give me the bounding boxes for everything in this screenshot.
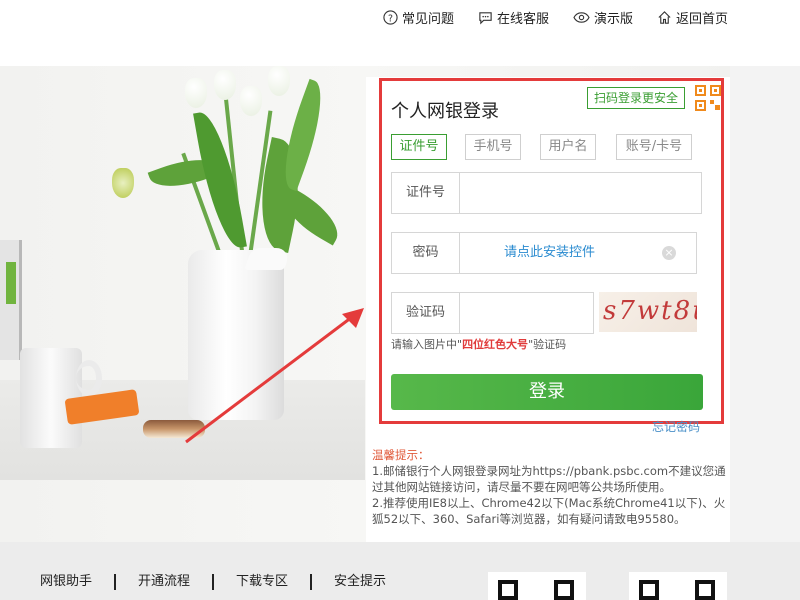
- tulip: [268, 66, 290, 96]
- eye-icon: [573, 11, 590, 23]
- chat-bubble-icon: [479, 11, 492, 24]
- captcha-label: 验证码: [392, 293, 460, 333]
- id-number-field: 证件号: [391, 172, 702, 214]
- footer-link-assistant[interactable]: 网银助手: [40, 574, 114, 590]
- scan-login-button[interactable]: 扫码登录更安全: [587, 87, 686, 109]
- captcha-field: 验证码: [391, 292, 594, 334]
- clear-icon[interactable]: ×: [662, 246, 676, 260]
- captcha-hint-prefix: 请输入图片中": [391, 338, 463, 351]
- faq-label: 常见问题: [401, 11, 454, 27]
- qr-code-image: [629, 572, 727, 600]
- id-number-label: 证件号: [392, 173, 460, 213]
- arrow-icon: [185, 308, 364, 444]
- tulip: [214, 70, 236, 100]
- captcha-hint-suffix: "验证码: [528, 338, 567, 351]
- qr-code-image: [488, 572, 586, 600]
- laptop-screen-accent: [6, 262, 16, 304]
- forgot-password-link[interactable]: 忘记密码: [652, 418, 700, 435]
- question-circle-icon: ?: [383, 9, 398, 25]
- tab-id-number[interactable]: 证件号: [391, 134, 447, 160]
- captcha-text: s7wt8u: [603, 296, 697, 326]
- hero-right-strip: [730, 66, 800, 542]
- qr-code-icon[interactable]: [695, 85, 721, 111]
- captcha-input[interactable]: [462, 297, 590, 329]
- tulip-bud: [112, 168, 134, 198]
- demo-label: 演示版: [593, 11, 633, 27]
- footer-link-process[interactable]: 开通流程: [114, 574, 212, 590]
- svg-text:?: ?: [388, 13, 393, 24]
- qr-code-finder: [498, 580, 518, 600]
- demo-link[interactable]: 演示版: [573, 8, 633, 27]
- home-label: 返回首页: [675, 11, 728, 27]
- password-label: 密码: [392, 233, 460, 273]
- mug-handle: [76, 360, 102, 396]
- install-plugin-link[interactable]: 请点此安装控件: [504, 233, 595, 273]
- top-nav: ? 常见问题 在线客服 演示版 返回首页: [359, 6, 728, 28]
- captcha-image[interactable]: s7wt8u: [599, 292, 697, 332]
- tab-account-card[interactable]: 账号/卡号: [616, 134, 692, 160]
- footer-link-security[interactable]: 安全提示: [310, 574, 408, 590]
- qr-code-finder: [639, 580, 659, 600]
- home-icon: [658, 10, 671, 24]
- footer-link-download[interactable]: 下载专区: [212, 574, 310, 590]
- faq-link[interactable]: ? 常见问题: [383, 8, 454, 27]
- tab-username[interactable]: 用户名: [540, 134, 596, 160]
- tab-phone[interactable]: 手机号: [465, 134, 521, 160]
- qr-code-finder: [695, 580, 715, 600]
- notice-box: 温馨提示： 1.邮储银行个人网银登录网址为https://pbank.psbc.…: [372, 447, 726, 527]
- notice-line-1: 1.邮储银行个人网银登录网址为https://pbank.psbc.com不建议…: [372, 464, 726, 494]
- login-type-tabs: 证件号 手机号 用户名 账号/卡号: [391, 134, 696, 160]
- password-field: 密码 请点此安装控件 ×: [391, 232, 697, 274]
- id-number-input[interactable]: [462, 177, 698, 209]
- online-service-label: 在线客服: [496, 11, 549, 27]
- notice-line-2: 2.推荐使用IE8以上、Chrome42以下(Mac系统Chrome41以下)、…: [372, 496, 726, 526]
- notice-title: 温馨提示：: [372, 448, 430, 462]
- qr-code-finder: [554, 580, 574, 600]
- tulip: [185, 78, 207, 108]
- vase-spout: [243, 248, 293, 270]
- captcha-hint: 请输入图片中"四位红色大号"验证码: [391, 336, 566, 352]
- tulip: [240, 86, 262, 116]
- online-service-link[interactable]: 在线客服: [478, 8, 549, 27]
- home-link[interactable]: 返回首页: [657, 8, 728, 27]
- footer-links: 网银助手 开通流程 下载专区 安全提示: [40, 574, 408, 590]
- captcha-hint-emphasis: 四位红色大号: [462, 338, 529, 351]
- login-button[interactable]: 登录: [391, 374, 703, 410]
- login-title: 个人网银登录: [391, 101, 499, 122]
